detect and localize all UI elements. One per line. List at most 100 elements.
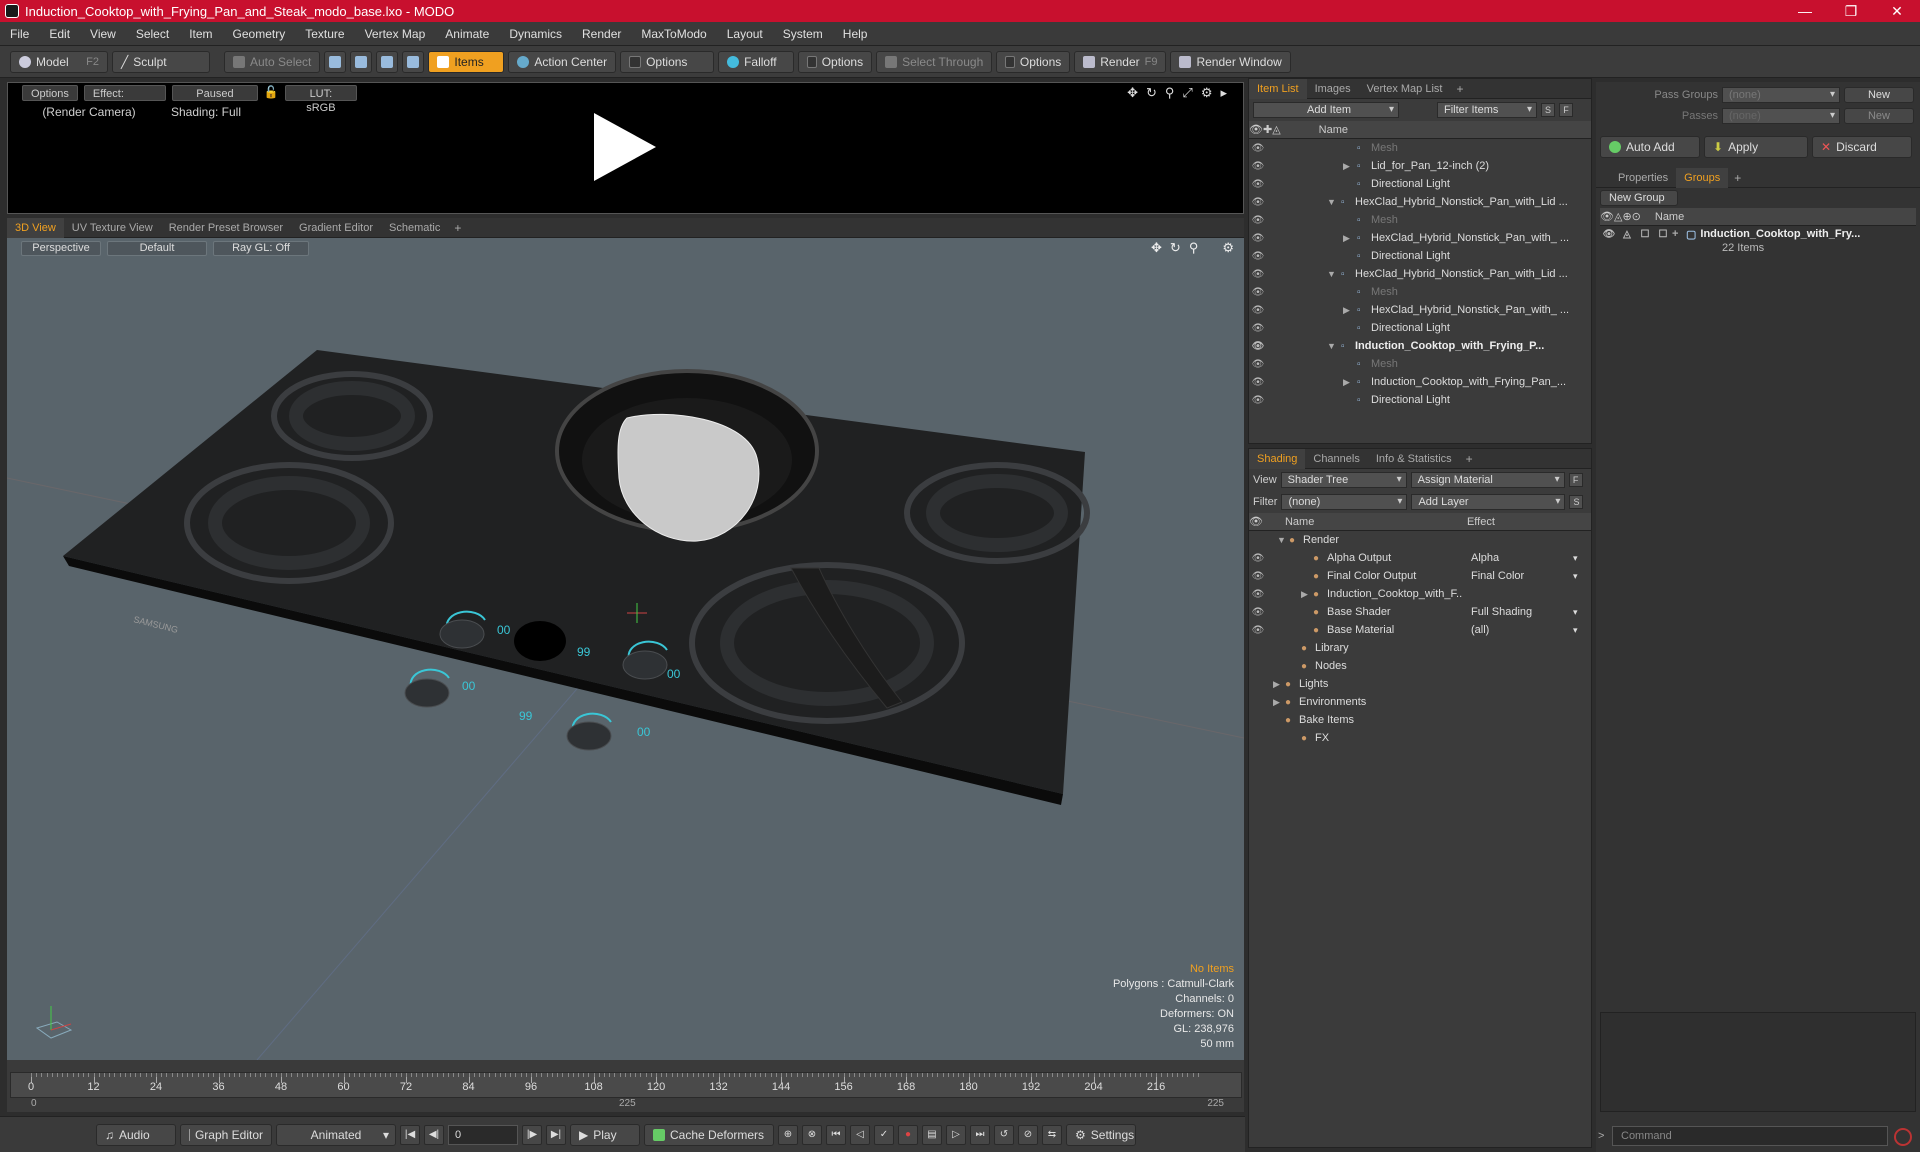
select-options-button[interactable]: Options [996, 50, 1071, 73]
tab-vertex-map-list[interactable]: Vertex Map List [1359, 79, 1451, 99]
play-button[interactable]: ▶ Play [570, 1123, 640, 1146]
go-start-icon[interactable]: |◀ [400, 1124, 420, 1145]
auto-key-icon[interactable]: ✓ [874, 1124, 894, 1145]
expand-arrow-icon[interactable]: ▼ [1327, 269, 1336, 279]
key-options-icon[interactable]: ⊗ [802, 1124, 822, 1145]
visibility-eye-icon[interactable]: 👁 [1249, 323, 1267, 334]
graph-editor-button[interactable]: Graph Editor [180, 1123, 272, 1146]
visibility-eye-icon[interactable]: 👁 [1249, 571, 1267, 582]
action-center-button[interactable]: Action Center [508, 50, 617, 73]
add-tab-icon[interactable]: + [448, 221, 467, 235]
item-list-row[interactable]: 👁 ▶ ▫ HexClad_Hybrid_Nonstick_Pan_with_ ... [1249, 301, 1591, 319]
visibility-eye-icon[interactable]: 👁 [1249, 233, 1267, 244]
shader-tree-row[interactable]: ● Nodes [1249, 657, 1591, 675]
record-icon[interactable]: ● [898, 1124, 918, 1145]
move-view-icon[interactable]: ✥ [1151, 240, 1162, 256]
visibility-eye-icon[interactable]: 👁 [1249, 143, 1267, 154]
tab-info-statistics[interactable]: Info & Statistics [1368, 449, 1460, 469]
render-window-button[interactable]: Render Window [1170, 50, 1291, 73]
preview-lut-dropdown[interactable]: LUT: sRGB [284, 85, 357, 114]
chevron-down-icon[interactable]: ▾ [1573, 607, 1578, 618]
zoom-view-icon[interactable]: ⚲ [1189, 240, 1199, 256]
visibility-eye-icon[interactable]: 👁 [1249, 359, 1267, 370]
minimize-button[interactable]: — [1782, 3, 1828, 20]
command-history-icon[interactable] [1894, 1128, 1912, 1146]
visibility-eye-icon[interactable]: 👁 [1249, 251, 1267, 262]
settings-button[interactable]: ⚙ Settings [1066, 1123, 1136, 1146]
chevron-down-icon[interactable]: ▾ [1573, 571, 1578, 582]
filter-f-button[interactable]: F [1559, 103, 1573, 117]
visibility-eye-icon[interactable]: 👁 [1249, 215, 1267, 226]
preview-shading-dropdown[interactable]: Shading: Full [162, 105, 250, 119]
shader-effect-value[interactable]: Final Color [1471, 570, 1524, 582]
item-list-row[interactable]: 👁 ▫ Directional Light [1249, 175, 1591, 193]
visibility-eye-icon[interactable]: 👁 [1249, 341, 1267, 352]
tab-gradient-editor[interactable]: Gradient Editor [291, 218, 381, 238]
visibility-eye-icon[interactable]: 👁 [1249, 625, 1267, 636]
filter-s-button[interactable]: S [1541, 103, 1555, 117]
rotate-view-icon[interactable]: ↻ [1170, 240, 1181, 256]
expand-icon[interactable]: + [1672, 228, 1686, 240]
tab-schematic[interactable]: Schematic [381, 218, 448, 238]
triangle-right-icon[interactable]: ▸ [1220, 85, 1227, 101]
pass-groups-dropdown[interactable]: (none) [1722, 87, 1840, 103]
visibility-eye-icon[interactable]: 👁 [1249, 377, 1267, 388]
move-view-icon[interactable]: ✥ [1127, 85, 1138, 101]
item-list-row[interactable]: 👁 ▶ ▫ Induction_Cooktop_with_Frying_Pan_... [1249, 373, 1591, 391]
maximize-button[interactable]: ❐ [1828, 3, 1874, 20]
tab-groups[interactable]: Groups [1676, 167, 1729, 188]
perspective-dropdown[interactable]: Perspective [21, 241, 101, 256]
visibility-eye-icon[interactable]: 👁 [1249, 395, 1267, 406]
expand-arrow-icon[interactable]: ▶ [1343, 161, 1350, 172]
shader-tree-row[interactable]: 👁 ● Final Color Output Final Color ▾ [1249, 567, 1591, 585]
sculpt-mode-button[interactable]: ╱ Sculpt [112, 50, 210, 73]
menu-file[interactable]: File [0, 27, 39, 41]
items-mode-button[interactable]: Items [428, 50, 505, 73]
audio-button[interactable]: ♫ Audio [96, 1123, 176, 1146]
shader-tree-row[interactable]: ▼ ● Render [1249, 531, 1591, 549]
shading-s-button[interactable]: S [1569, 495, 1584, 509]
add-layer-dropdown[interactable]: Add Layer [1411, 494, 1566, 510]
new-pass-group-button[interactable]: New [1844, 87, 1914, 103]
add-item-dropdown[interactable]: Add Item [1253, 102, 1399, 118]
menu-select[interactable]: Select [126, 27, 179, 41]
menu-system[interactable]: System [773, 27, 833, 41]
menu-vertex-map[interactable]: Vertex Map [355, 27, 436, 41]
shader-effect-value[interactable]: Full Shading [1471, 606, 1532, 618]
timeline[interactable]: 0 12 24 36 48 60 72 84 96 108 120 132 144 156 168 180 19… [7, 1060, 1244, 1112]
preview-paused-button[interactable]: Paused [171, 85, 258, 101]
menu-geometry[interactable]: Geometry [223, 27, 296, 41]
new-pass-button[interactable]: New [1844, 108, 1914, 124]
expand-arrow-icon[interactable]: ▼ [1327, 197, 1336, 207]
render-button[interactable]: Render F9 [1074, 50, 1167, 73]
item-list-row[interactable]: 👁 ▶ ▫ Lid_for_Pan_12-inch (2) [1249, 157, 1591, 175]
preview-camera-dropdown[interactable]: (Render Camera) [22, 105, 156, 119]
render-preview[interactable]: Options Effect: (Shadi... Paused 🔓 LUT: … [7, 82, 1244, 214]
raygl-dropdown[interactable]: Ray GL: Off [213, 241, 309, 256]
visibility-eye-icon[interactable]: 👁 [1249, 287, 1267, 298]
loop-icon[interactable]: ↺ [994, 1124, 1014, 1145]
menu-dynamics[interactable]: Dynamics [499, 27, 572, 41]
materials-mode-button[interactable] [402, 50, 425, 73]
vertices-mode-button[interactable] [324, 50, 347, 73]
item-list-row[interactable]: 👁 ▫ Mesh [1249, 283, 1591, 301]
shading-f-button[interactable]: F [1568, 473, 1583, 487]
shader-effect-value[interactable]: (all) [1471, 624, 1489, 636]
menu-layout[interactable]: Layout [717, 27, 773, 41]
chevron-down-icon[interactable]: ▾ [1573, 625, 1578, 636]
visibility-eye-icon[interactable]: 👁 [1249, 179, 1267, 190]
shader-tree-row[interactable]: 👁 ● Base Material (all) ▾ [1249, 621, 1591, 639]
gear-icon[interactable]: ⚙ [1222, 240, 1234, 256]
chevron-down-icon[interactable]: ▾ [1573, 553, 1578, 564]
shader-tree-row[interactable]: ● Bake Items [1249, 711, 1591, 729]
expand-arrow-icon[interactable]: ▶ [1343, 377, 1350, 388]
visibility-eye-icon[interactable]: 👁 [1249, 607, 1267, 618]
item-list-row[interactable]: 👁 ▫ Mesh [1249, 139, 1591, 157]
item-list-row[interactable]: 👁 ▼ ▫ Induction_Cooktop_with_Frying_P... [1249, 337, 1591, 355]
preview-options-button[interactable]: Options [22, 85, 78, 101]
visibility-eye-icon[interactable]: 👁 [1249, 197, 1267, 208]
item-list-row[interactable]: 👁 ▫ Mesh [1249, 355, 1591, 373]
step-forward-icon[interactable]: ▷ [946, 1124, 966, 1145]
tab-channels[interactable]: Channels [1305, 449, 1367, 469]
shader-filter-dropdown[interactable]: (none) [1281, 494, 1408, 510]
